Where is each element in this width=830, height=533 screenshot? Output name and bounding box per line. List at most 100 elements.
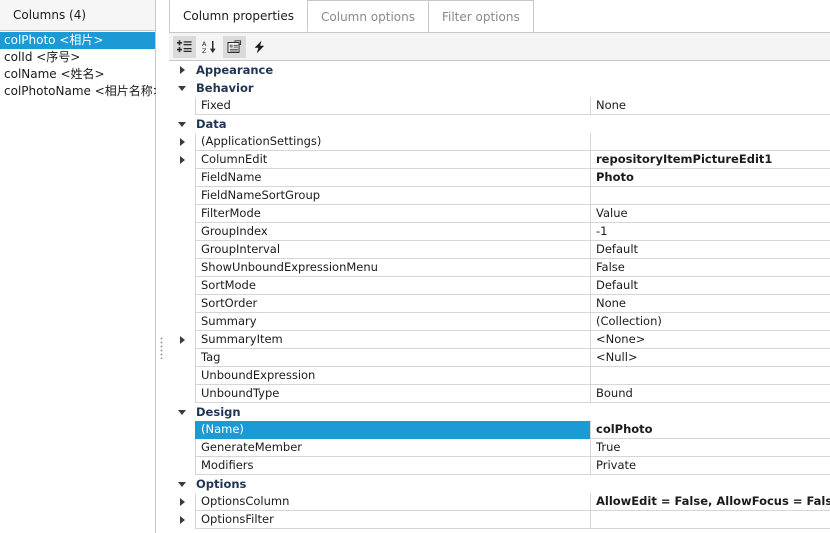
property-value-cell[interactable]: None bbox=[590, 97, 830, 115]
property-value-cell[interactable]: -1 bbox=[590, 223, 830, 241]
property-value-cell[interactable]: <None> bbox=[590, 331, 830, 349]
property-category-row[interactable]: Behavior bbox=[169, 79, 830, 97]
expand-toggle-cell[interactable] bbox=[169, 115, 195, 133]
chevron-down-icon[interactable] bbox=[178, 410, 186, 415]
property-value-cell[interactable]: Photo bbox=[590, 169, 830, 187]
tab-column-properties[interactable]: Column properties bbox=[169, 0, 308, 32]
property-value-cell[interactable]: Bound bbox=[590, 385, 830, 403]
property-value-cell[interactable] bbox=[590, 187, 830, 205]
property-value-cell[interactable] bbox=[590, 511, 830, 529]
property-name-cell[interactable]: OptionsFilter bbox=[195, 511, 590, 529]
alphabetical-sort-icon[interactable]: A Z bbox=[198, 36, 221, 58]
chevron-right-icon[interactable] bbox=[180, 138, 185, 146]
chevron-right-icon[interactable] bbox=[180, 66, 185, 74]
property-name-cell[interactable]: ColumnEdit bbox=[195, 151, 590, 169]
expand-toggle-cell[interactable] bbox=[169, 475, 195, 493]
property-category-row[interactable]: Data bbox=[169, 115, 830, 133]
property-row[interactable]: UnboundExpression bbox=[169, 367, 830, 385]
property-name-cell[interactable]: GroupInterval bbox=[195, 241, 590, 259]
property-row[interactable]: GroupIndex-1 bbox=[169, 223, 830, 241]
property-name-cell[interactable]: FilterMode bbox=[195, 205, 590, 223]
property-row[interactable]: Summary(Collection) bbox=[169, 313, 830, 331]
property-value-cell[interactable]: <Null> bbox=[590, 349, 830, 367]
property-row[interactable]: OptionsFilter bbox=[169, 511, 830, 529]
property-value-cell[interactable]: repositoryItemPictureEdit1 bbox=[590, 151, 830, 169]
property-value-cell[interactable]: None bbox=[590, 295, 830, 313]
property-value-cell[interactable] bbox=[590, 367, 830, 385]
chevron-right-icon[interactable] bbox=[180, 516, 185, 524]
expand-toggle-cell[interactable] bbox=[169, 493, 195, 511]
properties-page-icon[interactable] bbox=[223, 36, 246, 58]
column-list-item[interactable]: colPhoto <相片> bbox=[0, 32, 155, 49]
property-row[interactable]: (Name)colPhoto bbox=[169, 421, 830, 439]
expand-toggle-cell[interactable] bbox=[169, 331, 195, 349]
property-name-cell[interactable]: ShowUnboundExpressionMenu bbox=[195, 259, 590, 277]
property-row[interactable]: ModifiersPrivate bbox=[169, 457, 830, 475]
property-row[interactable]: SortOrderNone bbox=[169, 295, 830, 313]
property-name-cell[interactable]: GenerateMember bbox=[195, 439, 590, 457]
property-category-row[interactable]: Appearance bbox=[169, 61, 830, 79]
property-name-cell[interactable]: UnboundType bbox=[195, 385, 590, 403]
property-name-cell[interactable]: UnboundExpression bbox=[195, 367, 590, 385]
events-lightning-icon[interactable] bbox=[248, 36, 271, 58]
property-value-cell[interactable]: Default bbox=[590, 241, 830, 259]
column-list-item[interactable]: colPhotoName <相片名称> bbox=[0, 83, 155, 100]
chevron-right-icon[interactable] bbox=[180, 156, 185, 164]
expand-toggle-cell[interactable] bbox=[169, 133, 195, 151]
expand-toggle-cell[interactable] bbox=[169, 403, 195, 421]
property-category-row[interactable]: Design bbox=[169, 403, 830, 421]
chevron-right-icon[interactable] bbox=[180, 498, 185, 506]
property-name-cell[interactable]: FieldNameSortGroup bbox=[195, 187, 590, 205]
columns-list[interactable]: colPhoto <相片>colId <序号>colName <姓名>colPh… bbox=[0, 31, 156, 533]
property-value-cell[interactable]: Default bbox=[590, 277, 830, 295]
property-name-cell[interactable]: FieldName bbox=[195, 169, 590, 187]
expand-toggle-cell[interactable] bbox=[169, 61, 195, 79]
property-row[interactable]: FixedNone bbox=[169, 97, 830, 115]
property-name-cell[interactable]: OptionsColumn bbox=[195, 493, 590, 511]
property-row[interactable]: OptionsColumnAllowEdit = False, AllowFoc… bbox=[169, 493, 830, 511]
expand-toggle-cell[interactable] bbox=[169, 79, 195, 97]
property-name-cell[interactable]: (ApplicationSettings) bbox=[195, 133, 590, 151]
categorized-icon[interactable] bbox=[173, 36, 196, 58]
property-row[interactable]: UnboundTypeBound bbox=[169, 385, 830, 403]
property-value-cell[interactable]: (Collection) bbox=[590, 313, 830, 331]
property-row[interactable]: FieldNamePhoto bbox=[169, 169, 830, 187]
tab-column-options[interactable]: Column options bbox=[307, 0, 429, 32]
property-name-cell[interactable]: Fixed bbox=[195, 97, 590, 115]
chevron-down-icon[interactable] bbox=[178, 122, 186, 127]
column-list-item[interactable]: colName <姓名> bbox=[0, 66, 155, 83]
property-row[interactable]: GenerateMemberTrue bbox=[169, 439, 830, 457]
column-list-item[interactable]: colId <序号> bbox=[0, 49, 155, 66]
property-row[interactable]: Tag<Null> bbox=[169, 349, 830, 367]
property-name-cell[interactable]: SummaryItem bbox=[195, 331, 590, 349]
chevron-right-icon[interactable] bbox=[180, 336, 185, 344]
expand-toggle-cell[interactable] bbox=[169, 151, 195, 169]
property-category-row[interactable]: Options bbox=[169, 475, 830, 493]
panel-splitter[interactable] bbox=[156, 0, 169, 533]
property-value-cell[interactable]: Private bbox=[590, 457, 830, 475]
property-name-cell[interactable]: Summary bbox=[195, 313, 590, 331]
property-row[interactable]: SummaryItem<None> bbox=[169, 331, 830, 349]
property-value-cell[interactable]: Value bbox=[590, 205, 830, 223]
property-row[interactable]: (ApplicationSettings) bbox=[169, 133, 830, 151]
property-row[interactable]: ColumnEditrepositoryItemPictureEdit1 bbox=[169, 151, 830, 169]
property-name-cell[interactable]: Modifiers bbox=[195, 457, 590, 475]
splitter-grip-icon[interactable] bbox=[160, 337, 163, 359]
property-row[interactable]: FieldNameSortGroup bbox=[169, 187, 830, 205]
property-value-cell[interactable]: colPhoto bbox=[590, 421, 830, 439]
property-value-cell[interactable] bbox=[590, 133, 830, 151]
property-name-cell[interactable]: GroupIndex bbox=[195, 223, 590, 241]
property-name-cell[interactable]: SortOrder bbox=[195, 295, 590, 313]
property-value-cell[interactable]: False bbox=[590, 259, 830, 277]
property-grid[interactable]: AppearanceBehaviorFixedNoneData(Applicat… bbox=[169, 61, 830, 533]
property-row[interactable]: GroupIntervalDefault bbox=[169, 241, 830, 259]
tab-filter-options[interactable]: Filter options bbox=[428, 0, 534, 32]
property-name-cell[interactable]: Tag bbox=[195, 349, 590, 367]
property-row[interactable]: ShowUnboundExpressionMenuFalse bbox=[169, 259, 830, 277]
property-row[interactable]: SortModeDefault bbox=[169, 277, 830, 295]
property-value-cell[interactable]: AllowEdit = False, AllowFocus = False bbox=[590, 493, 830, 511]
property-row[interactable]: FilterModeValue bbox=[169, 205, 830, 223]
property-name-cell[interactable]: (Name) bbox=[195, 421, 590, 439]
property-value-cell[interactable]: True bbox=[590, 439, 830, 457]
chevron-down-icon[interactable] bbox=[178, 482, 186, 487]
